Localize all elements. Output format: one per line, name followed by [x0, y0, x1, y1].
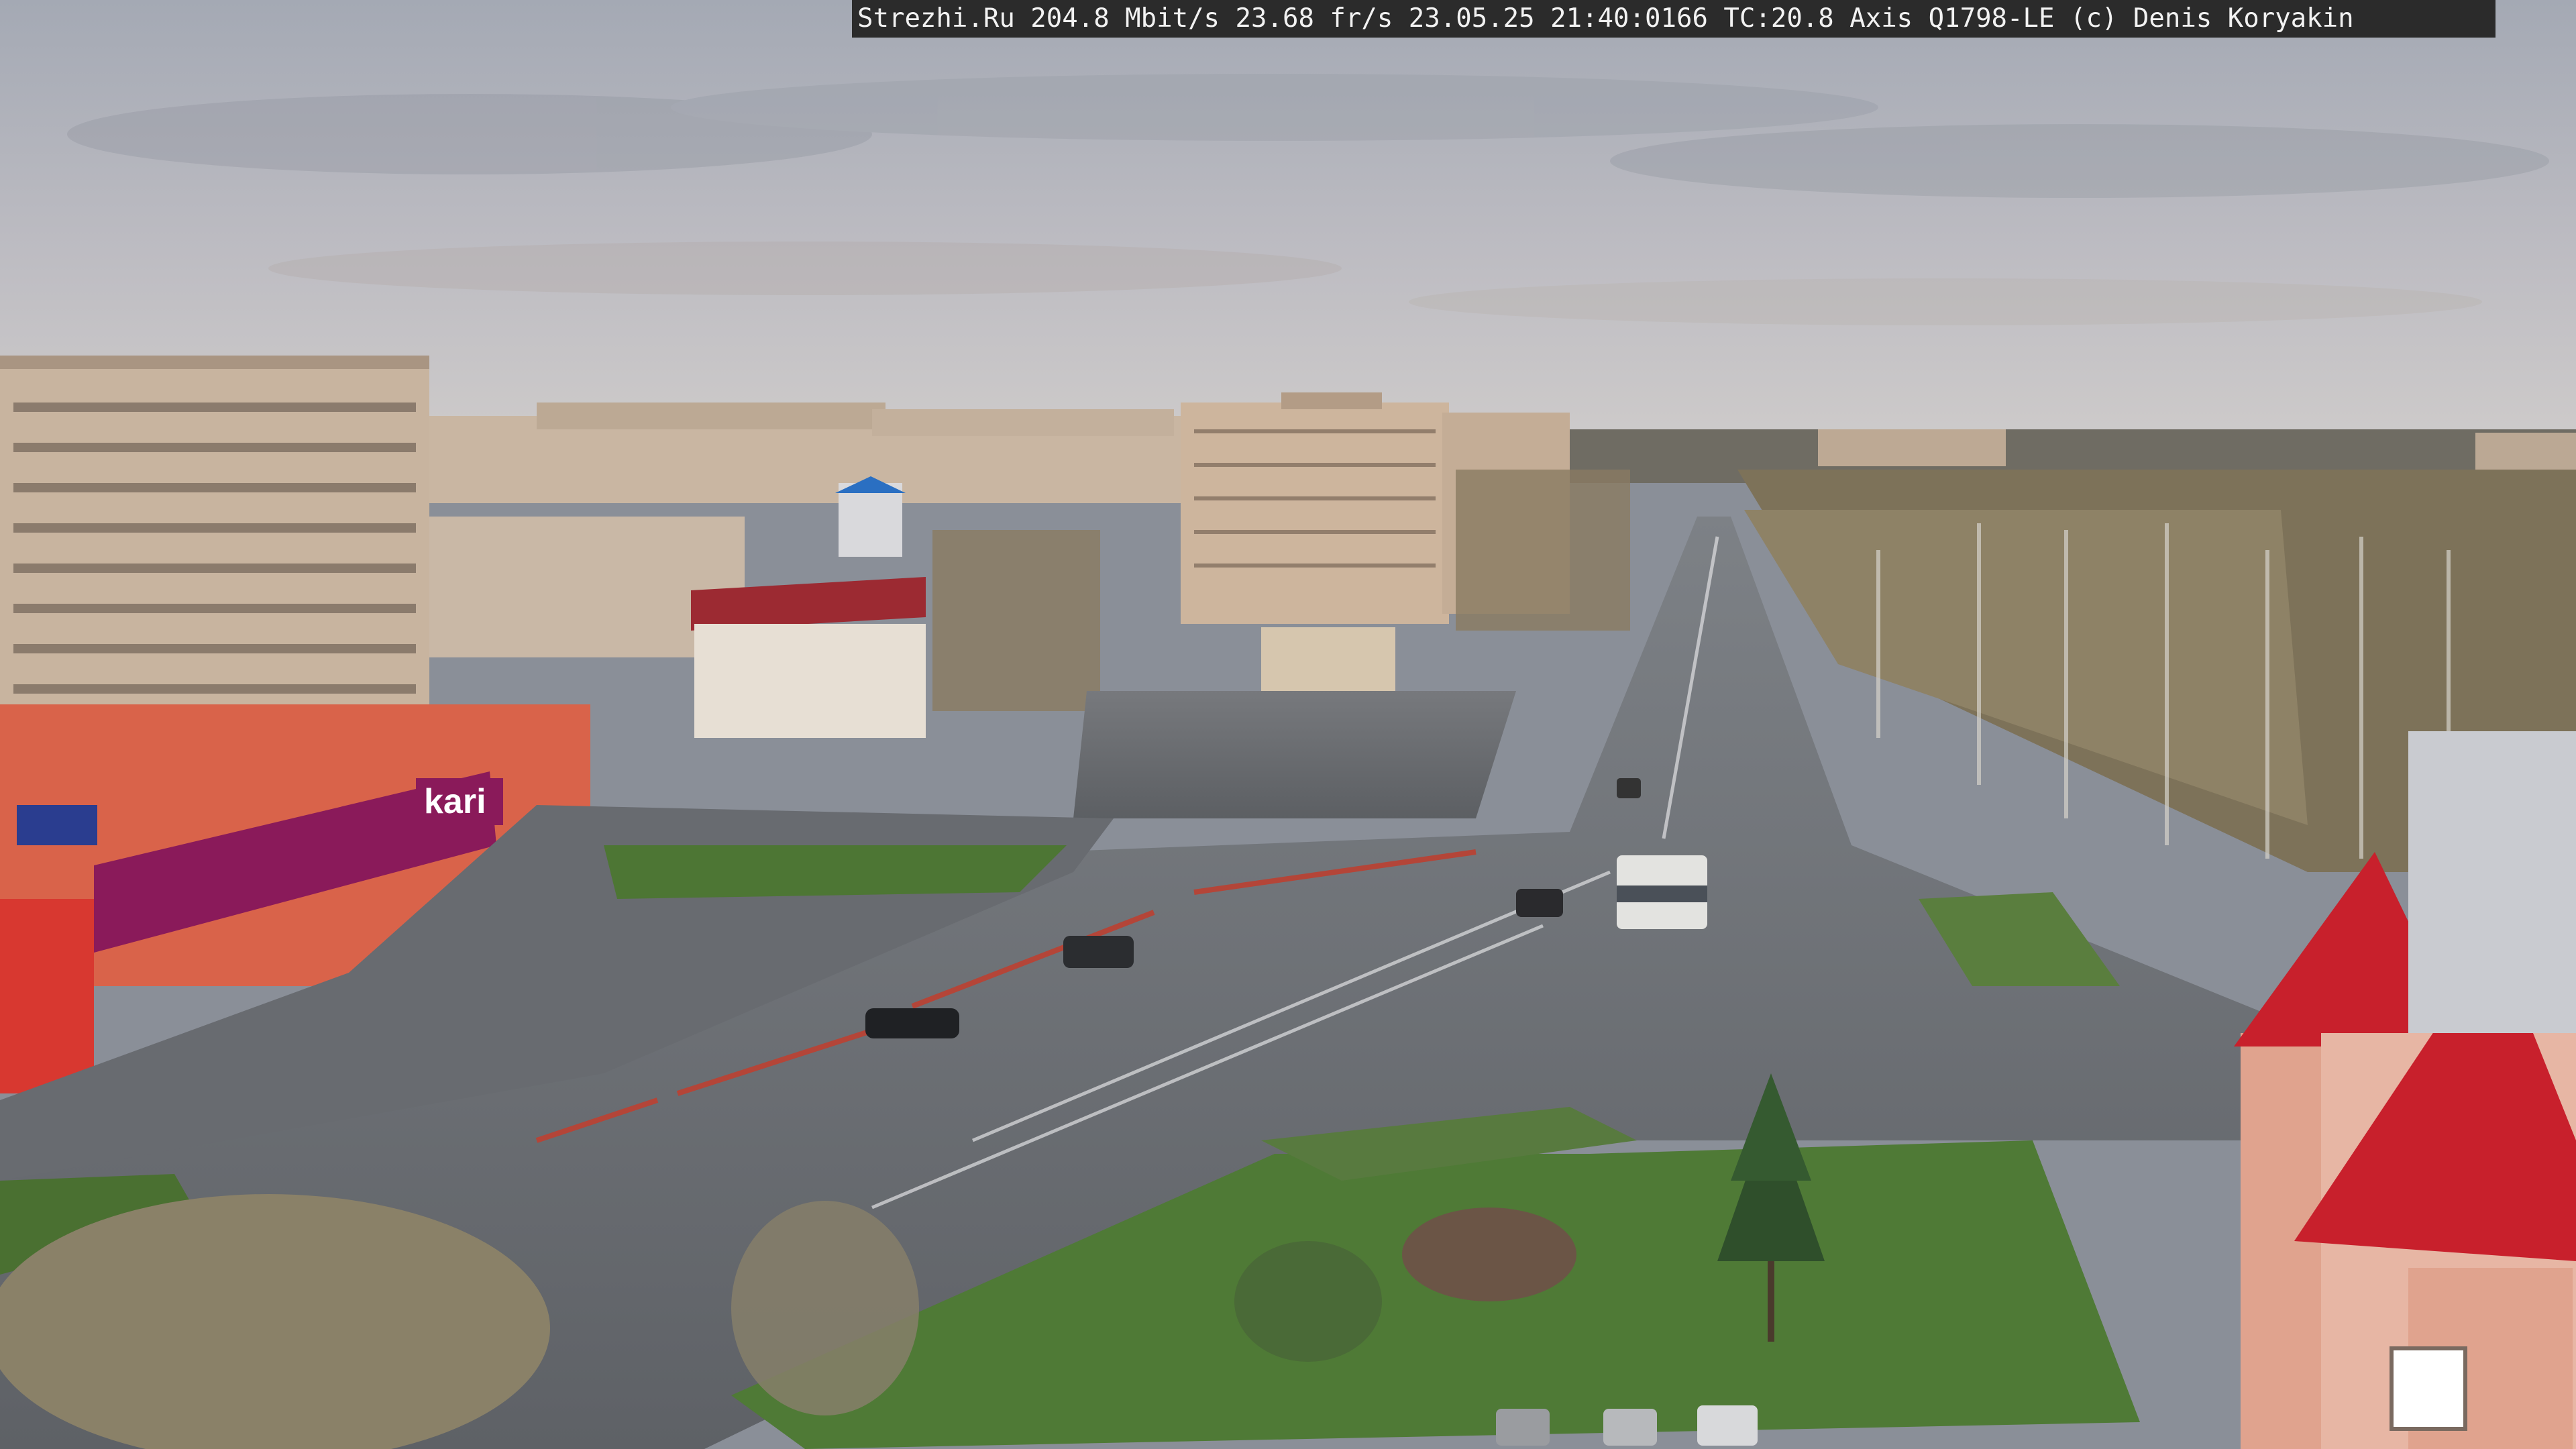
city-street-view: kari: [0, 0, 2576, 1449]
webcam-scene: kari: [0, 0, 2576, 1449]
kari-sign: kari: [424, 782, 486, 821]
left-lawn: [604, 845, 1067, 899]
parking-plaza: [1073, 691, 1516, 818]
parked-cars-bottom: [1496, 1405, 1758, 1446]
blue-roof-tower: [839, 483, 902, 557]
red-roof-house: [691, 577, 926, 738]
camera-info-overlay: Strezhi.Ru 204.8 Mbit/s 23.68 fr/s 23.05…: [852, 0, 2496, 38]
small-building: [1261, 627, 1395, 694]
